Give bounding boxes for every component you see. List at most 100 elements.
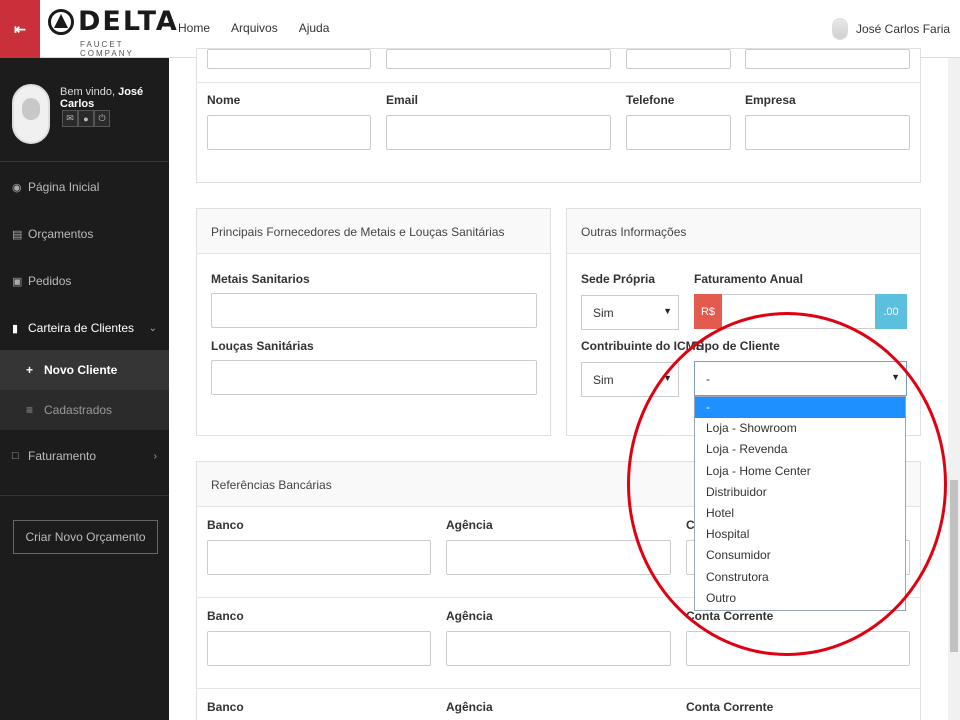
loucas-input[interactable]	[211, 360, 537, 395]
sidebar-subitem-label: Cadastrados	[44, 403, 113, 417]
sede-propria-label: Sede Própria	[581, 272, 656, 286]
dropdown-option[interactable]: Outro	[695, 588, 905, 609]
list-icon: ≡	[26, 403, 34, 417]
faturamento-label: Faturamento Anual	[694, 272, 803, 286]
sidebar-item-label: Orçamentos	[28, 227, 94, 241]
sidebar-item-label: Página Inicial	[28, 180, 100, 194]
main-content: Nome Email Telefone Empresa Principais F…	[169, 48, 948, 720]
logo-subtitle: FAUCET COMPANY	[80, 40, 134, 58]
contact-company-label: Empresa	[745, 93, 796, 107]
suppliers-panel: Principais Fornecedores de Metais e Louç…	[196, 208, 551, 436]
agencia-label-3: Agência	[446, 700, 493, 714]
create-quote-button[interactable]: Criar Novo Orçamento	[13, 520, 158, 554]
metais-input[interactable]	[211, 293, 537, 328]
sidebar-subitem-novo-cliente[interactable]: + Novo Cliente	[0, 350, 169, 390]
sede-propria-value: Sim	[593, 306, 614, 320]
contact-name-input[interactable]	[207, 115, 371, 150]
agencia-input-1[interactable]	[446, 540, 671, 575]
dropdown-option[interactable]: Hospital	[695, 524, 905, 545]
sede-propria-select[interactable]: Sim ▼	[581, 295, 679, 330]
money-icon: □	[12, 450, 19, 462]
sidebar-item-pedidos[interactable]: ▣ Pedidos	[0, 259, 169, 303]
book-icon: ▮	[12, 322, 19, 335]
banco-label-2: Banco	[207, 609, 244, 623]
contact-email-input-partial[interactable]	[386, 49, 611, 69]
contact-company-input-partial[interactable]	[745, 49, 910, 69]
contact-name-input-partial[interactable]	[207, 49, 371, 69]
banco-input-2[interactable]	[207, 631, 431, 666]
sidebar-subitem-cadastrados[interactable]: ≡ Cadastrados	[0, 390, 169, 430]
delta-logo-mark-icon	[48, 9, 74, 35]
sidebar-item-faturamento[interactable]: □ Faturamento ›	[0, 434, 169, 478]
tipo-cliente-label: Tipo de Cliente	[694, 339, 780, 353]
agencia-input-2[interactable]	[446, 631, 671, 666]
dropdown-option[interactable]: Hotel	[695, 503, 905, 524]
document-icon: ▤	[12, 228, 23, 241]
contact-phone-input[interactable]	[626, 115, 731, 150]
tipo-cliente-value: -	[706, 372, 710, 386]
sidebar-item-carteira-de-clientes[interactable]: ▮ Carteira de Clientes ⌄	[0, 306, 169, 350]
scrollbar-thumb[interactable]	[950, 480, 958, 652]
caret-down-icon: ▼	[663, 306, 672, 316]
nav-link-home[interactable]: Home	[178, 21, 210, 35]
user-icon[interactable]: ●	[78, 110, 94, 127]
chevron-down-icon: ⌄	[148, 322, 157, 334]
page-scrollbar[interactable]	[948, 58, 960, 720]
envelope-icon[interactable]: ✉	[62, 110, 78, 127]
nav-link-ajuda[interactable]: Ajuda	[299, 21, 330, 35]
profile-avatar	[12, 84, 50, 144]
agencia-label-2: Agência	[446, 609, 493, 623]
dropdown-option[interactable]: Construtora	[695, 567, 905, 588]
contact-phone-label: Telefone	[626, 93, 675, 107]
plus-icon: +	[26, 363, 34, 377]
welcome-prefix: Bem vindo,	[60, 86, 116, 98]
sidebar-item-pagina-inicial[interactable]: ◉ Página Inicial	[0, 165, 169, 209]
caret-down-icon: ▼	[663, 373, 672, 383]
power-icon[interactable]: ⏻	[94, 110, 110, 127]
contact-phone-input-partial[interactable]	[626, 49, 731, 69]
sidebar-divider	[0, 495, 169, 496]
dropdown-option[interactable]: Loja - Showroom	[695, 418, 905, 439]
truck-icon: ▣	[12, 275, 23, 288]
delta-logo[interactable]: DELTA FAUCET COMPANY	[46, 6, 177, 58]
logo-text: DELTA	[78, 6, 179, 37]
dropdown-option[interactable]: Loja - Home Center	[695, 461, 905, 482]
currency-suffix: .00	[875, 294, 907, 329]
chevron-right-icon: ›	[153, 450, 157, 462]
icms-label: Contribuinte do ICMS	[581, 339, 704, 353]
conta-label-2: Conta Corrente	[686, 609, 774, 623]
sidebar: Bem vindo, José Carlos ✉ ● ⏻ ◉ Página In…	[0, 58, 169, 720]
contacts-panel: Nome Email Telefone Empresa	[196, 48, 921, 183]
user-name: José Carlos Faria	[856, 22, 951, 36]
suppliers-panel-title: Principais Fornecedores de Metais e Louç…	[197, 209, 550, 254]
tipo-cliente-dropdown-list: - Loja - Showroom Loja - Revenda Loja - …	[694, 396, 906, 611]
welcome-text: Bem vindo, José Carlos	[60, 86, 169, 110]
sidebar-subitem-label: Novo Cliente	[44, 363, 118, 377]
icms-select[interactable]: Sim ▼	[581, 362, 679, 397]
menu-collapse-icon[interactable]: ⇤	[0, 0, 40, 58]
metais-label: Metais Sanitarios	[211, 272, 310, 286]
row-divider	[197, 82, 920, 83]
loucas-label: Louças Sanitárias	[211, 339, 314, 353]
dropdown-option[interactable]: Distribuidor	[695, 482, 905, 503]
dropdown-option[interactable]: Consumidor	[695, 545, 905, 566]
faturamento-input[interactable]	[722, 294, 875, 329]
row-divider	[197, 688, 920, 689]
profile-buttons: ✉ ● ⏻	[62, 110, 110, 127]
user-menu[interactable]: José Carlos Faria	[832, 18, 950, 40]
sidebar-item-label: Faturamento	[28, 449, 97, 463]
sidebar-item-label: Pedidos	[28, 274, 72, 288]
banco-input-1[interactable]	[207, 540, 431, 575]
currency-prefix: R$	[694, 294, 722, 329]
conta-input-2[interactable]	[686, 631, 910, 666]
banco-label-1: Banco	[207, 518, 244, 532]
sidebar-item-orcamentos[interactable]: ▤ Orçamentos	[0, 212, 169, 256]
user-avatar	[832, 18, 848, 40]
contact-company-input[interactable]	[745, 115, 910, 150]
banco-label-3: Banco	[207, 700, 244, 714]
dropdown-option[interactable]: -	[695, 397, 905, 419]
nav-link-arquivos[interactable]: Arquivos	[231, 21, 278, 35]
tipo-cliente-select[interactable]: - ▼	[694, 361, 907, 396]
contact-email-input[interactable]	[386, 115, 611, 150]
dropdown-option[interactable]: Loja - Revenda	[695, 439, 905, 460]
